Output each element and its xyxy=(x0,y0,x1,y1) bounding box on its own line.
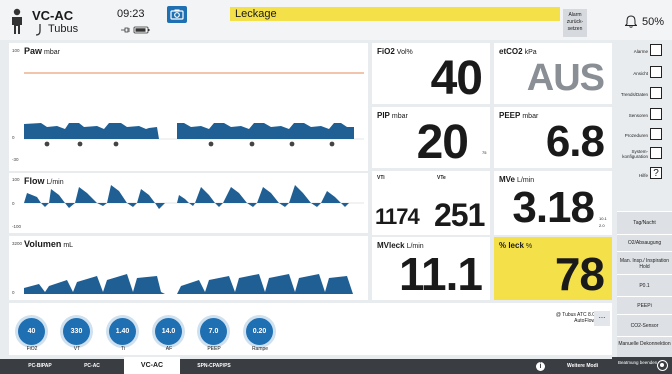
system-config-icon[interactable] xyxy=(650,147,662,159)
pip-limit: 75 xyxy=(482,150,487,155)
knob-fio2[interactable]: 40 xyxy=(18,318,45,345)
trends-icon[interactable] xyxy=(650,87,662,99)
tab-pc-bipap[interactable]: PC-BIPAP xyxy=(20,359,60,374)
procedures-icon[interactable] xyxy=(650,128,662,140)
mvleck-value: 11.1 xyxy=(399,248,483,300)
mve-panel[interactable]: MVe L/min 3.18 10.1 2.0 xyxy=(494,171,612,235)
p01-button[interactable]: P0.1 xyxy=(617,274,672,296)
mvleck-panel[interactable]: MVleck L/min 11.1 xyxy=(372,237,490,300)
view-icon[interactable] xyxy=(650,66,662,78)
atc-line-2: AutoFlow xyxy=(574,318,595,324)
knob-rampe[interactable]: 0.20 xyxy=(246,318,273,345)
knob-af-label: AF xyxy=(165,346,173,352)
volume-waveform xyxy=(24,274,353,294)
sidebar-item-prozeduren[interactable]: Prozeduren xyxy=(612,133,672,138)
more-modes-button[interactable]: Weitere Modi xyxy=(555,359,610,374)
knob-af[interactable]: 14.0 xyxy=(155,318,182,345)
knob-ti-label: Ti xyxy=(121,346,125,352)
tab-pc-ac[interactable]: PC-AC xyxy=(72,359,112,374)
alarm-volume: 50% xyxy=(642,16,665,28)
mve-limit-high: 10.1 xyxy=(599,216,607,221)
paw-waveform xyxy=(24,72,364,147)
patient-icon[interactable] xyxy=(8,8,26,34)
vti-value: 1174 xyxy=(375,204,420,229)
pip-value: 20 xyxy=(416,116,469,169)
help-icon[interactable]: ? xyxy=(650,167,662,179)
peep-panel[interactable]: PEEP mbar 6.8 xyxy=(494,107,612,168)
tube-icon xyxy=(35,24,41,36)
vte-label: VTe xyxy=(437,175,446,181)
tab-vc-ac[interactable]: VC-AC xyxy=(124,357,180,374)
fio2-panel[interactable]: FiO2 Vol% 40 xyxy=(372,43,490,105)
etco2-value: AUS xyxy=(526,57,605,99)
vte-value: 251 xyxy=(434,197,485,233)
knob-fio2-label: FiO2 xyxy=(26,346,38,352)
atc-status: @ Tubus ATC 8.0 AutoFlow xyxy=(535,312,595,324)
airway-type: Tubus xyxy=(48,23,79,35)
flow-waveform xyxy=(24,185,364,209)
mve-value: 3.18 xyxy=(512,183,595,232)
o2-suction-button[interactable]: O2/Absaugung xyxy=(617,234,672,251)
info-icon[interactable]: i xyxy=(536,362,545,371)
alarm-reset-button[interactable]: Alarm zurück-setzen xyxy=(563,9,587,37)
knob-rampe-label: Rampe xyxy=(251,346,269,352)
tab-spn-cpap-ps[interactable]: SPN-CPAP/PS xyxy=(186,359,242,374)
settings-bar xyxy=(9,303,612,355)
screenshot-button[interactable] xyxy=(167,6,187,23)
sidebar-item-trends[interactable]: Trends/Daten xyxy=(612,92,672,97)
sidebar-item-system[interactable]: System-konfiguration xyxy=(612,149,672,159)
alarm-message-bar[interactable]: Leckage xyxy=(230,7,560,21)
sidebar-item-alarme[interactable]: Alarme xyxy=(612,49,672,54)
knob-peep-label: PEEP xyxy=(207,346,221,352)
volume-wave-panel: Volumen mL 3200 0 xyxy=(9,236,368,300)
standby-icon[interactable] xyxy=(657,360,668,371)
fio2-value: 40 xyxy=(430,52,483,105)
sidebar-item-sensoren[interactable]: Sensoren xyxy=(612,113,672,118)
etco2-panel[interactable]: etCO2 kPa AUS xyxy=(494,43,612,104)
camera-icon xyxy=(170,9,184,20)
sidebar-item-hilfe[interactable]: Hilfe xyxy=(612,173,672,178)
power-battery-icon xyxy=(121,26,150,34)
bell-icon[interactable] xyxy=(625,15,637,28)
sidebar-item-ansicht[interactable]: Ansicht xyxy=(612,71,672,76)
peepi-button[interactable]: PEEPi xyxy=(617,296,672,314)
day-night-button[interactable]: Tag/Nacht xyxy=(617,211,672,234)
alarm-settings-icon[interactable] xyxy=(650,44,662,56)
manual-insp-button[interactable]: Man. Insp./ Inspiration Hold xyxy=(617,251,672,274)
knob-vt-label: VT xyxy=(73,346,81,352)
vti-label: VTi xyxy=(377,175,385,181)
clock: 09:23 xyxy=(117,8,145,20)
knob-ti[interactable]: 1.40 xyxy=(109,318,136,345)
knob-peep[interactable]: 7.0 xyxy=(200,318,227,345)
paw-wave-panel: Paw mbar 100 0 -30 xyxy=(9,43,368,171)
mve-limit-low: 2.0 xyxy=(599,223,605,228)
ventilation-mode[interactable]: VC-AC xyxy=(32,8,73,23)
vt-panel[interactable]: VTi VTe 1174 251 xyxy=(372,171,490,235)
manual-disconnect-button[interactable]: Manuelle Dekonnektion xyxy=(617,336,672,357)
knob-vt[interactable]: 330 xyxy=(63,318,90,345)
pip-panel[interactable]: PIP mbar 20 75 xyxy=(372,107,490,169)
leck-panel[interactable]: % leck% 78 xyxy=(494,237,612,300)
sensors-icon[interactable] xyxy=(650,108,662,120)
more-settings-button[interactable]: ... xyxy=(594,311,610,326)
flow-wave-panel: Flow L/min 100 0 -100 xyxy=(9,173,368,233)
leck-value: 78 xyxy=(554,248,605,300)
peep-value: 6.8 xyxy=(545,117,605,166)
co2-sensor-button[interactable]: CO2-Sensor xyxy=(617,314,672,336)
